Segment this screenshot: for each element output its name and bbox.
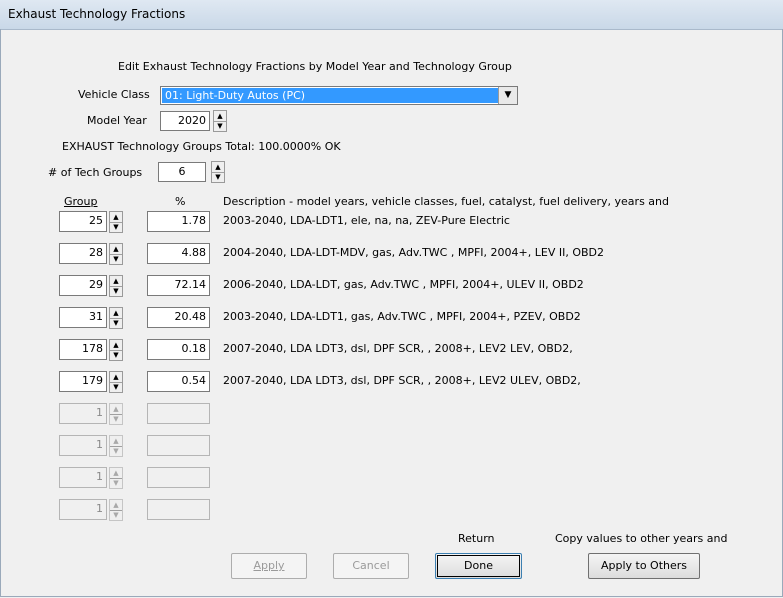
row-description: 2007-2040, LDA LDT3, dsl, DPF SCR, , 200…	[223, 374, 581, 387]
pct-field	[147, 499, 210, 520]
pct-column-header: %	[175, 195, 186, 208]
row-description: 2006-2040, LDA-LDT, gas, Adv.TWC , MPFI,…	[223, 278, 584, 291]
group-field[interactable]: 179	[59, 371, 107, 392]
pct-field	[147, 435, 210, 456]
spin-down-icon[interactable]: ▼	[110, 382, 122, 392]
row-description: 2003-2040, LDA-LDT1, gas, Adv.TWC , MPFI…	[223, 310, 581, 323]
row-description: 2003-2040, LDA-LDT1, ele, na, na, ZEV-Pu…	[223, 214, 510, 227]
model-year-field[interactable]: 2020	[160, 111, 210, 131]
group-spinner[interactable]: ▲ ▼	[109, 307, 123, 329]
description-column-header: Description - model years, vehicle class…	[223, 195, 669, 208]
apply-to-others-button[interactable]: Apply to Others	[588, 553, 700, 579]
apply-button[interactable]: Apply	[231, 553, 307, 579]
model-year-spinner[interactable]: ▲ ▼	[213, 110, 227, 132]
group-field[interactable]: 29	[59, 275, 107, 296]
pct-field[interactable]: 1.78	[147, 211, 210, 232]
group-spinner[interactable]: ▲ ▼	[109, 211, 123, 233]
spin-down-icon[interactable]: ▼	[110, 350, 122, 360]
chevron-down-icon[interactable]: ▼	[498, 87, 517, 104]
return-label: Return	[458, 532, 495, 545]
pct-field[interactable]: 4.88	[147, 243, 210, 264]
group-field: 1	[59, 435, 107, 456]
spin-down-icon[interactable]: ▼	[110, 446, 122, 456]
group-field: 1	[59, 403, 107, 424]
pct-field[interactable]: 20.48	[147, 307, 210, 328]
group-spinner[interactable]: ▲ ▼	[109, 243, 123, 265]
group-column-header: Group	[64, 195, 98, 208]
page-header: Edit Exhaust Technology Fractions by Mod…	[118, 60, 512, 73]
group-field: 1	[59, 467, 107, 488]
group-spinner[interactable]: ▲ ▼	[109, 371, 123, 393]
row-description: 2004-2040, LDA-LDT-MDV, gas, Adv.TWC , M…	[223, 246, 604, 259]
spin-down-icon[interactable]: ▼	[214, 121, 226, 131]
pct-field	[147, 467, 210, 488]
tech-groups-spinner[interactable]: ▲ ▼	[211, 161, 225, 183]
title-bar: Exhaust Technology Fractions	[0, 0, 783, 30]
group-spinner: ▲ ▼	[109, 499, 123, 521]
cancel-button[interactable]: Cancel	[333, 553, 409, 579]
model-year-label: Model Year	[87, 114, 147, 127]
spin-down-icon[interactable]: ▼	[110, 254, 122, 264]
group-spinner: ▲ ▼	[109, 403, 123, 425]
pct-field[interactable]: 72.14	[147, 275, 210, 296]
group-spinner: ▲ ▼	[109, 435, 123, 457]
group-field[interactable]: 178	[59, 339, 107, 360]
tech-groups-field[interactable]: 6	[158, 162, 206, 182]
group-spinner[interactable]: ▲ ▼	[109, 339, 123, 361]
pct-field	[147, 403, 210, 424]
window-title: Exhaust Technology Fractions	[8, 7, 186, 21]
total-status: EXHAUST Technology Groups Total: 100.000…	[62, 140, 341, 153]
spin-down-icon[interactable]: ▼	[110, 318, 122, 328]
tech-groups-label: # of Tech Groups	[48, 166, 143, 179]
group-field[interactable]: 28	[59, 243, 107, 264]
group-field: 1	[59, 499, 107, 520]
group-spinner: ▲ ▼	[109, 467, 123, 489]
group-field[interactable]: 31	[59, 307, 107, 328]
pct-field[interactable]: 0.18	[147, 339, 210, 360]
spin-down-icon[interactable]: ▼	[110, 414, 122, 424]
spin-down-icon[interactable]: ▼	[212, 172, 224, 182]
spin-down-icon[interactable]: ▼	[110, 222, 122, 232]
copy-values-label: Copy values to other years and	[555, 532, 728, 545]
vehicle-class-dropdown[interactable]: 01: Light-Duty Autos (PC) ▼	[160, 86, 518, 105]
group-field[interactable]: 25	[59, 211, 107, 232]
done-button[interactable]: Done	[435, 553, 522, 579]
spin-down-icon[interactable]: ▼	[110, 478, 122, 488]
row-description: 2007-2040, LDA LDT3, dsl, DPF SCR, , 200…	[223, 342, 573, 355]
spin-down-icon[interactable]: ▼	[110, 286, 122, 296]
vehicle-class-label: Vehicle Class	[78, 88, 150, 101]
pct-field[interactable]: 0.54	[147, 371, 210, 392]
group-spinner[interactable]: ▲ ▼	[109, 275, 123, 297]
spin-down-icon[interactable]: ▼	[110, 510, 122, 520]
vehicle-class-value: 01: Light-Duty Autos (PC)	[162, 88, 498, 103]
